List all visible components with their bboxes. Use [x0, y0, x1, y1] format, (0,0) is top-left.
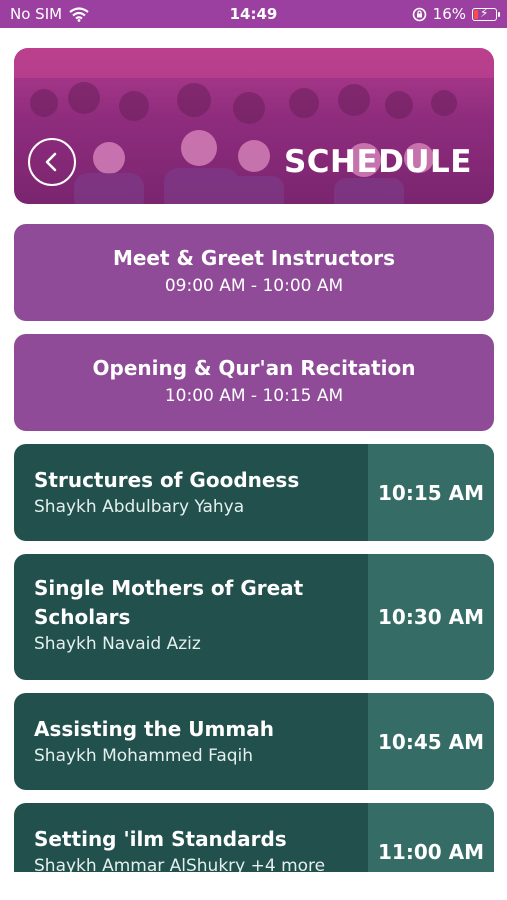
session-info: Single Mothers of Great Scholars Shaykh … [34, 574, 354, 656]
session-time: 10:30 AM [368, 554, 494, 680]
session-speaker: Shaykh Abdulbary Yahya [34, 497, 245, 517]
session-time-range: 10:00 AM - 10:15 AM [164, 386, 344, 406]
session-info: Assisting the Ummah Shaykh Mohammed Faqi… [34, 715, 364, 768]
schedule-item-structures[interactable]: Structures of Goodness Shaykh Abdulbary … [14, 444, 494, 541]
session-title: Assisting the Ummah [34, 717, 274, 741]
session-info: Structures of Goodness Shaykh Abdulbary … [34, 466, 364, 519]
schedule-banner: SCHEDULE [14, 48, 494, 204]
schedule-item-assisting-ummah[interactable]: Assisting the Ummah Shaykh Mohammed Faqi… [14, 693, 494, 790]
scroll-content[interactable]: SCHEDULE Meet & Greet Instructors 09:00 … [0, 0, 507, 872]
session-time: 10:45 AM [368, 693, 494, 790]
session-title: Structures of Goodness [34, 468, 300, 492]
chevron-left-icon [45, 152, 57, 172]
schedule-item-meet-greet[interactable]: Meet & Greet Instructors 09:00 AM - 10:0… [14, 224, 494, 321]
schedule-item-ilm-standards[interactable]: Setting 'ilm Standards Shaykh Ammar AlSh… [14, 803, 494, 872]
session-time-range: 09:00 AM - 10:00 AM [164, 276, 344, 296]
session-time: 11:00 AM [368, 803, 494, 872]
session-speaker: Shaykh Ammar AlShukry +4 more [34, 856, 326, 872]
audience-photo [14, 48, 494, 204]
session-speaker: Shaykh Mohammed Faqih [34, 746, 254, 766]
session-title: Opening & Qur'an Recitation [92, 356, 416, 380]
session-title: Meet & Greet Instructors [112, 246, 396, 270]
session-title: Single Mothers of Great Scholars [34, 576, 304, 629]
page-title: SCHEDULE [283, 144, 472, 180]
session-time: 10:15 AM [368, 444, 494, 541]
schedule-item-single-mothers[interactable]: Single Mothers of Great Scholars Shaykh … [14, 554, 494, 680]
session-title: Setting 'ilm Standards [34, 827, 287, 851]
session-speaker: Shaykh Navaid Aziz [34, 634, 201, 654]
session-info: Setting 'ilm Standards Shaykh Ammar AlSh… [34, 825, 364, 872]
back-button[interactable] [28, 138, 76, 186]
schedule-item-opening[interactable]: Opening & Qur'an Recitation 10:00 AM - 1… [14, 334, 494, 431]
